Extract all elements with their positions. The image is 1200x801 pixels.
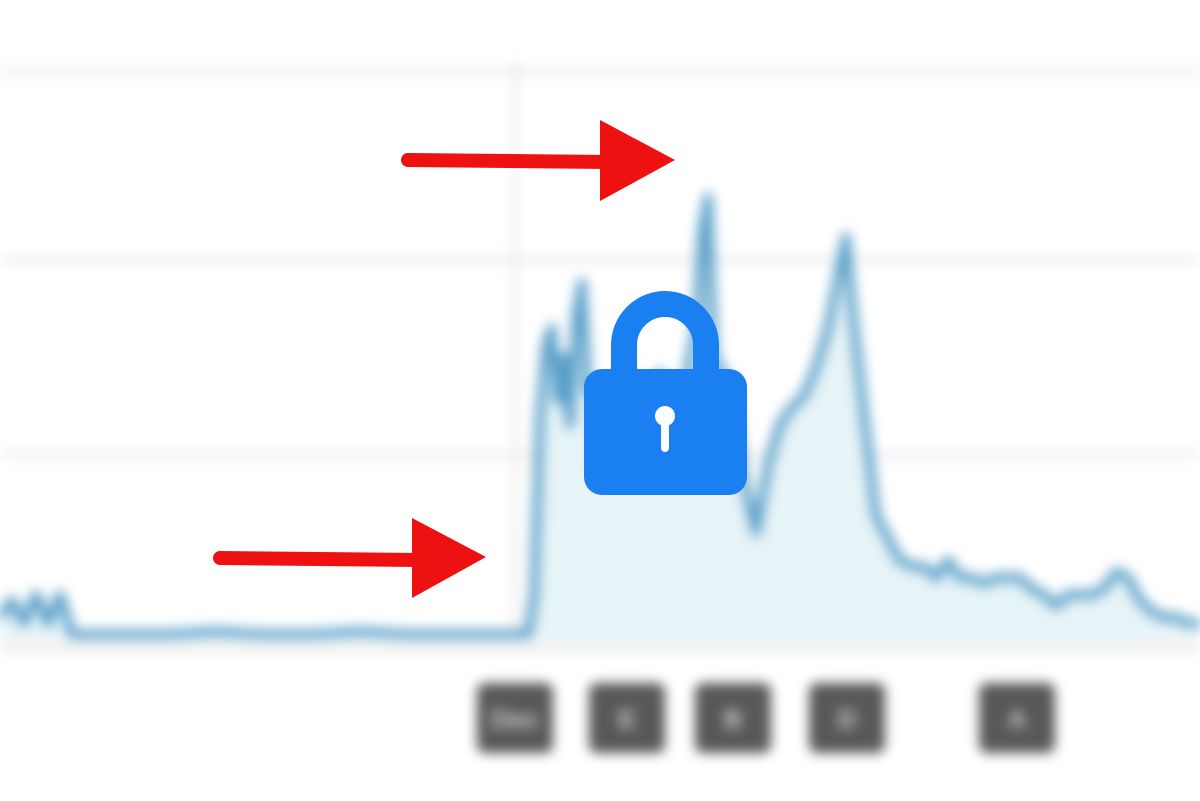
lock-icon: [584, 291, 747, 495]
arrow-bottom-head: [412, 518, 486, 598]
arrow-top: [401, 120, 675, 201]
chart-screenshot: Dec E B D A: [0, 0, 1200, 801]
arrow-bottom-shaft: [213, 551, 427, 567]
arrow-bottom: [213, 518, 486, 598]
arrow-top-shaft: [401, 153, 617, 169]
arrow-top-head: [600, 120, 675, 201]
keyhole-slot: [661, 418, 669, 452]
